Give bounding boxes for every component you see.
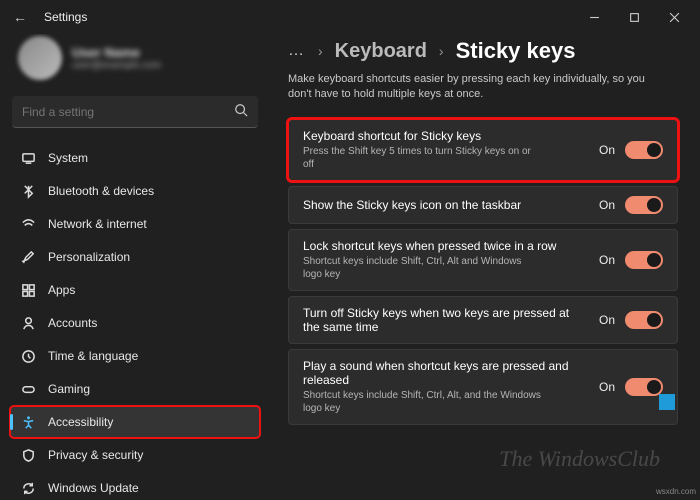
main-content: … › Keyboard › Sticky keys Make keyboard… <box>270 34 700 500</box>
sidebar-item-time[interactable]: Time & language <box>10 340 260 372</box>
toggle-state-label: On <box>599 143 615 157</box>
sidebar-item-label: Accessibility <box>48 415 113 429</box>
window-title: Settings <box>44 10 574 24</box>
chevron-right-icon: › <box>439 43 444 59</box>
sidebar-item-network[interactable]: Network & internet <box>10 208 260 240</box>
setting-turn-off-two-keys[interactable]: Turn off Sticky keys when two keys are p… <box>288 296 678 344</box>
setting-title: Lock shortcut keys when pressed twice in… <box>303 239 587 253</box>
profile-name: User Name <box>72 45 161 60</box>
source-mark: wsxdn.com <box>656 487 696 496</box>
sidebar-item-system[interactable]: System <box>10 142 260 174</box>
search-icon <box>234 103 248 120</box>
gamepad-icon <box>20 381 36 397</box>
profile-email: user@example.com <box>72 60 161 71</box>
setting-taskbar-icon[interactable]: Show the Sticky keys icon on the taskbar… <box>288 186 678 224</box>
sidebar-item-privacy[interactable]: Privacy & security <box>10 439 260 471</box>
maximize-button[interactable] <box>614 3 654 31</box>
setting-title: Keyboard shortcut for Sticky keys <box>303 129 587 143</box>
sidebar-item-label: System <box>48 151 88 165</box>
sidebar: User Name user@example.com System Blueto… <box>0 34 270 500</box>
setting-keyboard-shortcut[interactable]: Keyboard shortcut for Sticky keys Press … <box>288 119 678 181</box>
breadcrumb-ellipsis[interactable]: … <box>288 42 306 60</box>
display-icon <box>20 150 36 166</box>
back-button[interactable]: ← <box>6 3 34 31</box>
sidebar-item-label: Personalization <box>48 250 130 264</box>
sidebar-item-label: Apps <box>48 283 75 297</box>
setting-subtitle: Press the Shift key 5 times to turn Stic… <box>303 145 543 171</box>
grid-icon <box>20 282 36 298</box>
toggle-switch[interactable] <box>625 251 663 269</box>
toggle-switch[interactable] <box>625 196 663 214</box>
toggle-switch[interactable] <box>625 378 663 396</box>
page-description: Make keyboard shortcuts easier by pressi… <box>288 72 668 103</box>
sidebar-item-label: Network & internet <box>48 217 147 231</box>
sidebar-item-label: Gaming <box>48 382 90 396</box>
chevron-right-icon: › <box>318 43 323 59</box>
sync-icon <box>20 480 36 496</box>
minimize-button[interactable] <box>574 3 614 31</box>
setting-subtitle: Shortcut keys include Shift, Ctrl, Alt a… <box>303 255 543 281</box>
sidebar-item-label: Time & language <box>48 349 138 363</box>
profile-section[interactable]: User Name user@example.com <box>10 34 260 92</box>
toggle-switch[interactable] <box>625 311 663 329</box>
sidebar-item-label: Bluetooth & devices <box>48 184 154 198</box>
setting-subtitle: Shortcut keys include Shift, Ctrl, Alt, … <box>303 389 543 415</box>
setting-lock-keys[interactable]: Lock shortcut keys when pressed twice in… <box>288 229 678 291</box>
toggle-state-label: On <box>599 380 615 394</box>
breadcrumb: … › Keyboard › Sticky keys <box>288 38 678 64</box>
page-title: Sticky keys <box>456 38 576 64</box>
close-button[interactable] <box>654 3 694 31</box>
sidebar-item-gaming[interactable]: Gaming <box>10 373 260 405</box>
sidebar-item-accounts[interactable]: Accounts <box>10 307 260 339</box>
brush-icon <box>20 249 36 265</box>
setting-title: Play a sound when shortcut keys are pres… <box>303 359 587 387</box>
sidebar-item-personalization[interactable]: Personalization <box>10 241 260 273</box>
sidebar-item-apps[interactable]: Apps <box>10 274 260 306</box>
sidebar-item-label: Windows Update <box>48 481 139 495</box>
toggle-state-label: On <box>599 313 615 327</box>
sidebar-item-bluetooth[interactable]: Bluetooth & devices <box>10 175 260 207</box>
clock-icon <box>20 348 36 364</box>
setting-title: Show the Sticky keys icon on the taskbar <box>303 198 587 212</box>
bluetooth-icon <box>20 183 36 199</box>
sidebar-item-update[interactable]: Windows Update <box>10 472 260 500</box>
search-box[interactable] <box>12 96 258 128</box>
shield-icon <box>20 447 36 463</box>
wifi-icon <box>20 216 36 232</box>
toggle-switch[interactable] <box>625 141 663 159</box>
search-input[interactable] <box>22 105 234 119</box>
sidebar-item-label: Privacy & security <box>48 448 143 462</box>
overlay-square <box>659 394 675 410</box>
setting-play-sound[interactable]: Play a sound when shortcut keys are pres… <box>288 349 678 425</box>
toggle-state-label: On <box>599 253 615 267</box>
sidebar-item-accessibility[interactable]: Accessibility <box>10 406 260 438</box>
toggle-state-label: On <box>599 198 615 212</box>
breadcrumb-parent[interactable]: Keyboard <box>335 40 427 63</box>
accessibility-icon <box>20 414 36 430</box>
sidebar-item-label: Accounts <box>48 316 97 330</box>
person-icon <box>20 315 36 331</box>
avatar <box>18 36 62 80</box>
setting-title: Turn off Sticky keys when two keys are p… <box>303 306 587 334</box>
